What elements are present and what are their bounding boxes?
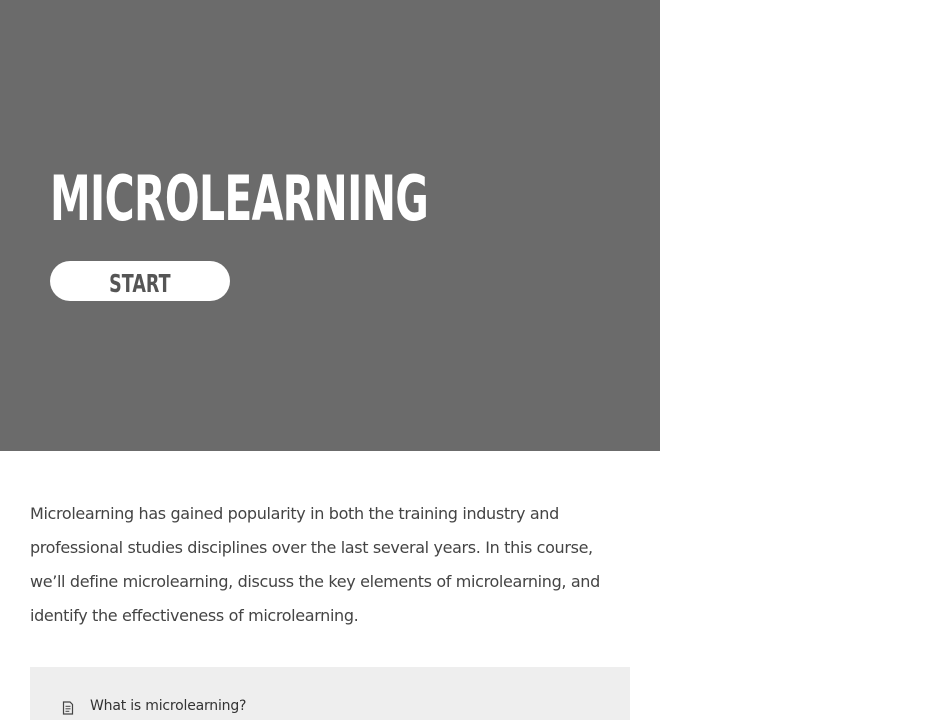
start-button-label: Start (109, 268, 171, 298)
course-description: Microlearning has gained popularity in b… (30, 504, 600, 625)
course-hero: Microlearning Start (0, 0, 660, 451)
start-course-button[interactable]: Start (50, 261, 230, 301)
lesson-list: What is microlearning? (30, 667, 630, 720)
course-title: Microlearning (50, 162, 429, 235)
course-page: Microlearning Start Microlearning has ga… (0, 0, 950, 720)
document-icon (62, 700, 74, 715)
lesson-label: What is microlearning? (90, 698, 247, 714)
lesson-item-what-is-microlearning[interactable]: What is microlearning? (30, 695, 630, 719)
